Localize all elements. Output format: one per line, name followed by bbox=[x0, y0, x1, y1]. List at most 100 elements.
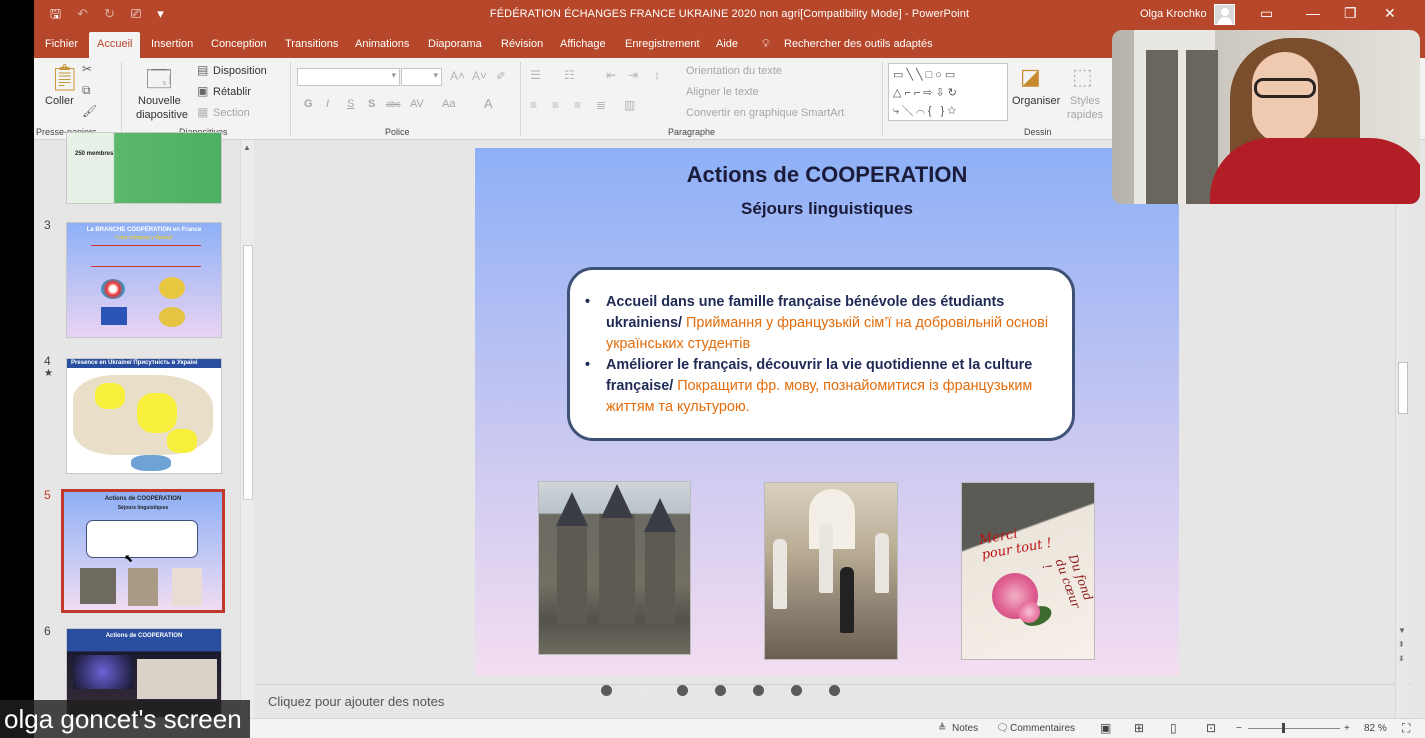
fit-slide-icon[interactable]: ⛶ bbox=[1402, 721, 1410, 736]
tab-accueil[interactable]: Accueil bbox=[89, 32, 141, 58]
paste-icon[interactable]: 📋︎ bbox=[48, 62, 81, 93]
copy-icon[interactable]: ⧉ bbox=[82, 83, 91, 98]
tab-affichage[interactable]: Affichage bbox=[560, 38, 606, 50]
section-icon[interactable]: ▦ bbox=[197, 105, 208, 119]
reset-button[interactable]: Rétablir bbox=[213, 86, 251, 98]
section-button[interactable]: Section bbox=[213, 107, 250, 119]
line-spacing-icon[interactable]: ↕ bbox=[654, 68, 660, 82]
tab-enregistrement[interactable]: Enregistrement bbox=[625, 38, 700, 50]
underline-button[interactable]: S bbox=[347, 98, 354, 110]
zoom-slider-knob[interactable] bbox=[1282, 723, 1285, 733]
clear-format-icon[interactable]: ✐ bbox=[496, 69, 506, 83]
tab-transitions[interactable]: Transitions bbox=[285, 38, 338, 50]
tab-diaporama[interactable]: Diaporama bbox=[428, 38, 482, 50]
current-slide[interactable]: Actions de COOPERATION Séjours linguisti… bbox=[475, 148, 1179, 675]
shapes-icons[interactable]: ▭╲╲□○▭ △⌐⌐⇨⇩↻ ⤷╲⌒{ }☆ bbox=[893, 66, 960, 120]
strikethrough-button[interactable]: abc bbox=[386, 99, 401, 109]
castle-photo[interactable] bbox=[538, 481, 691, 655]
font-color-button[interactable]: A bbox=[484, 96, 493, 111]
normal-view-icon[interactable]: ▣ bbox=[1100, 721, 1111, 735]
tab-revision[interactable]: Révision bbox=[501, 38, 543, 50]
next-slide-icon[interactable]: ⇟ bbox=[1398, 654, 1405, 663]
previous-slide-icon[interactable]: ⇞ bbox=[1398, 640, 1405, 649]
font-name-combo[interactable] bbox=[297, 68, 400, 86]
scroll-down-icon[interactable]: ▼ bbox=[1398, 626, 1406, 635]
font-size-combo[interactable] bbox=[401, 68, 442, 86]
tab-animations[interactable]: Animations bbox=[355, 38, 409, 50]
thumbnail-slide-4[interactable]: Presence en Ukraine/ Присутність в Украї… bbox=[66, 358, 222, 474]
format-painter-icon[interactable]: 🖌︎ bbox=[82, 104, 97, 118]
zoom-in-button[interactable]: + bbox=[1344, 723, 1350, 734]
user-name[interactable]: Olga Krochko bbox=[1140, 8, 1207, 20]
thank-you-card-photo[interactable]: Merci pour tout ! Du fond du cœur ! bbox=[961, 482, 1095, 660]
minimize-icon[interactable]: — bbox=[1306, 5, 1320, 21]
close-icon[interactable]: ✕ bbox=[1384, 5, 1396, 22]
user-avatar-icon[interactable] bbox=[1214, 4, 1235, 25]
align-text-button[interactable]: Aligner le texte bbox=[686, 86, 759, 98]
slide-sorter-icon[interactable]: ⊞ bbox=[1134, 721, 1144, 735]
text-direction-button[interactable]: Orientation du texte bbox=[686, 65, 782, 77]
slide-subtitle[interactable]: Séjours linguistiques bbox=[475, 199, 1179, 219]
progress-dot bbox=[715, 685, 726, 696]
quick-styles-icon[interactable]: ⬚ bbox=[1072, 64, 1093, 90]
notes-button[interactable]: Notes bbox=[952, 723, 978, 734]
zoom-level[interactable]: 82 % bbox=[1364, 723, 1387, 734]
align-left-icon[interactable]: ≡ bbox=[530, 98, 537, 112]
thumbnail-scroll-thumb[interactable] bbox=[243, 245, 253, 500]
bullets-icon[interactable]: ☰ bbox=[530, 68, 541, 82]
smartart-button[interactable]: Convertir en graphique SmartArt bbox=[686, 107, 844, 119]
slideshow-icon[interactable]: ⊡ bbox=[1206, 721, 1216, 735]
shrink-font-icon[interactable]: A˅ bbox=[472, 69, 487, 83]
decrease-indent-icon[interactable]: ⇤ bbox=[606, 68, 616, 82]
shadow-button[interactable]: S bbox=[368, 98, 375, 110]
paste-button[interactable]: Coller bbox=[45, 95, 74, 107]
justify-icon[interactable]: ≣ bbox=[596, 98, 606, 112]
grow-font-icon[interactable]: A˄ bbox=[450, 69, 465, 83]
quick-styles-button-label[interactable]: rapides bbox=[1067, 109, 1103, 121]
align-right-icon[interactable]: ≡ bbox=[574, 98, 581, 112]
reading-view-icon[interactable]: ▯ bbox=[1170, 721, 1177, 735]
italic-button[interactable]: I bbox=[326, 98, 329, 110]
slide-scroll-thumb[interactable] bbox=[1398, 362, 1408, 414]
slide-scrollbar[interactable]: ▼ ⇞ ⇟ bbox=[1395, 140, 1409, 718]
change-case-button[interactable]: Aa bbox=[442, 98, 455, 110]
cut-icon[interactable]: ✂ bbox=[82, 62, 92, 76]
restore-icon[interactable]: ❐ bbox=[1344, 5, 1357, 22]
layout-button[interactable]: Disposition bbox=[213, 65, 267, 77]
reset-icon[interactable]: ▣ bbox=[197, 84, 208, 98]
tab-conception[interactable]: Conception bbox=[211, 38, 267, 50]
increase-indent-icon[interactable]: ⇥ bbox=[628, 68, 638, 82]
layout-icon[interactable]: ▤ bbox=[197, 63, 208, 77]
align-center-icon[interactable]: ≡ bbox=[552, 98, 559, 112]
thumbnail-scrollbar[interactable]: ▲ bbox=[240, 140, 254, 718]
notes-icon[interactable]: ≜ bbox=[938, 723, 946, 734]
columns-icon[interactable]: ▥ bbox=[624, 98, 635, 112]
bold-button[interactable]: G bbox=[304, 98, 313, 110]
comments-button[interactable]: Commentaires bbox=[1010, 723, 1075, 734]
new-slide-button-label[interactable]: diapositive bbox=[136, 109, 188, 121]
zoom-out-button[interactable]: − bbox=[1236, 723, 1242, 734]
thumbnail-slide-5[interactable]: Actions de COOPERATION Séjours linguisti… bbox=[61, 489, 225, 613]
new-slide-button[interactable]: Nouvelle bbox=[138, 95, 181, 107]
quick-styles-button[interactable]: Styles bbox=[1070, 95, 1100, 107]
slide-content-box[interactable]: Accueil dans une famille française bénév… bbox=[567, 267, 1075, 441]
numbering-icon[interactable]: ☷ bbox=[564, 68, 575, 82]
arrange-button[interactable]: Organiser bbox=[1012, 95, 1060, 107]
thumbnail-slide-2[interactable]: 250 membres bbox=[66, 132, 222, 204]
card-flower bbox=[1018, 601, 1040, 623]
scroll-up-icon[interactable]: ▲ bbox=[243, 143, 251, 152]
comments-icon[interactable]: 🗨︎ bbox=[996, 723, 1009, 734]
notes-placeholder[interactable]: Cliquez pour ajouter des notes bbox=[268, 694, 444, 709]
museum-photo[interactable] bbox=[764, 482, 898, 660]
tab-aide[interactable]: Aide bbox=[716, 38, 738, 50]
zoom-slider[interactable] bbox=[1248, 728, 1340, 729]
tell-me-search[interactable]: Rechercher des outils adaptés bbox=[784, 38, 933, 50]
arrange-icon[interactable]: ◪ bbox=[1020, 64, 1041, 90]
ribbon-display-icon[interactable]: ▭ bbox=[1260, 5, 1273, 22]
shapes-gallery[interactable]: ▭╲╲□○▭ △⌐⌐⇨⇩↻ ⤷╲⌒{ }☆ bbox=[888, 63, 1008, 121]
slide-title[interactable]: Actions de COOPERATION bbox=[475, 162, 1179, 188]
tab-fichier[interactable]: Fichier bbox=[45, 38, 78, 50]
char-spacing-button[interactable]: AV bbox=[410, 98, 424, 110]
tab-insertion[interactable]: Insertion bbox=[151, 38, 193, 50]
thumbnail-slide-3[interactable]: La BRANCHE COOPÉRATION en France Гілка с… bbox=[66, 222, 222, 338]
